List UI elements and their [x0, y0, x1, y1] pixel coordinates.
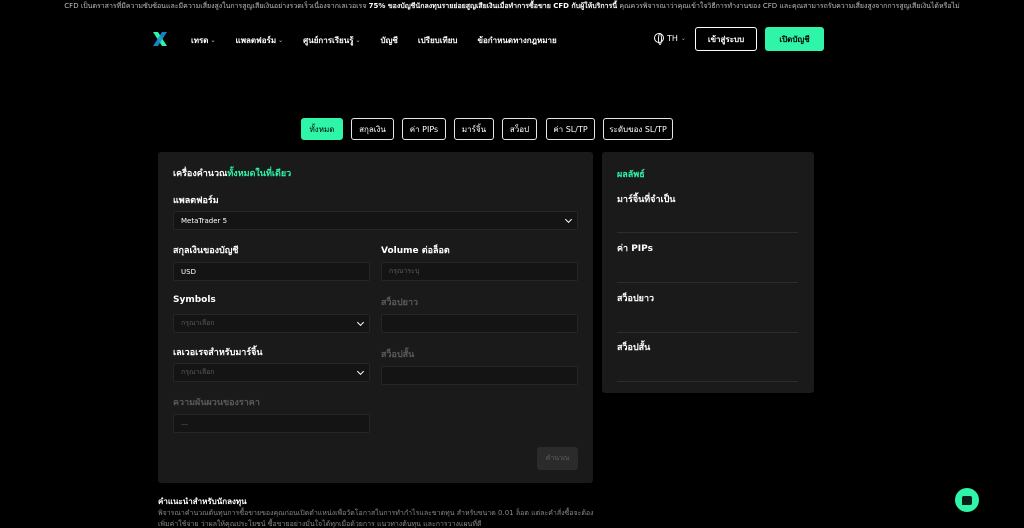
- tab-sl-tp-value[interactable]: ค่า SL/TP: [546, 118, 595, 140]
- price-change-label: ความผันผวนของราคา: [173, 398, 260, 408]
- risk-warning-banner: CFD เป็นตราสารที่มีความซับซ้อนและมีความเ…: [0, 0, 1024, 13]
- chevron-down-icon: [356, 367, 365, 376]
- risk-warning-bold: 75% ของบัญชีนักลงทุนรายย่อยสูญเสียเงินเม…: [368, 2, 618, 10]
- nav-item-compare[interactable]: เปรียบเทียบ: [418, 33, 458, 47]
- swap-long-result-label: สว็อปยาว: [617, 294, 655, 304]
- brand-logo[interactable]: [152, 31, 168, 47]
- chevron-down-icon: ⌄: [680, 34, 686, 42]
- globe-icon: [654, 33, 664, 45]
- open-account-button[interactable]: เปิดบัญชี: [765, 27, 824, 51]
- account-currency-label: สกุลเงินของบัญชี: [173, 246, 239, 256]
- platform-value: MetaTrader 5: [181, 216, 228, 225]
- tab-currency[interactable]: สกุลเงิน: [351, 118, 394, 140]
- tab-pips[interactable]: ค่า PIPs: [402, 118, 446, 140]
- divider: [617, 381, 798, 382]
- results-panel: ผลลัพธ์ มาร์จิ้นที่จำเป็น ค่า PIPs สว็อป…: [602, 152, 814, 393]
- tab-margin[interactable]: มาร์จิ้น: [454, 118, 494, 140]
- calculator-title: เครื่องคำนวณทั้งหมดในที่เดียว: [173, 166, 291, 180]
- chevron-down-icon: [564, 215, 573, 224]
- leverage-placeholder: กรุณาเลือก: [181, 368, 215, 376]
- nav-label: เทรด: [191, 35, 209, 45]
- risk-warning-text-2: คุณควรพิจารณาว่าคุณเข้าใจวิธีการทำงานของ…: [619, 2, 960, 10]
- swap-short-result-label: สว็อปสั้น: [617, 343, 651, 353]
- nav-item-learning-center[interactable]: ศูนย์การเรียนรู้ ⌄: [303, 33, 360, 47]
- tab-all[interactable]: ทั้งหมด: [301, 118, 343, 140]
- symbols-placeholder: กรุณาเลือก: [181, 319, 215, 327]
- chevron-down-icon: [356, 318, 365, 327]
- nav-label: ข้อกำหนดทางกฎหมาย: [477, 35, 557, 45]
- main-nav: เทรด ⌄ แพลตฟอร์ม ⌄ ศูนย์การเรียนรู้ ⌄ บั…: [191, 33, 577, 47]
- volume-label: Volume ต่อล็อต: [381, 246, 450, 256]
- nav-label: เปรียบเทียบ: [417, 35, 458, 45]
- swap-short-label: สว็อปสั้น: [381, 350, 415, 360]
- account-currency-field[interactable]: USD: [173, 262, 370, 281]
- chevron-down-icon: ⌄: [210, 36, 216, 44]
- login-button[interactable]: เข้าสู่ระบบ: [695, 27, 757, 51]
- divider: [617, 282, 798, 283]
- pips-value-label: ค่า PIPs: [617, 244, 653, 254]
- live-chat-button[interactable]: [955, 488, 979, 512]
- swap-short-input[interactable]: [381, 366, 578, 385]
- language-code: TH: [667, 33, 678, 43]
- advice-text: พิจารณาคำนวณต้นทุนการซื้อขายของคุณก่อนเป…: [158, 509, 594, 528]
- chat-icon: [962, 495, 972, 505]
- nav-label: บัญชี: [380, 35, 398, 45]
- nav-label: แพลตฟอร์ม: [235, 35, 277, 45]
- divider: [617, 232, 798, 233]
- language-selector[interactable]: TH ⌄: [654, 33, 686, 45]
- results-title: ผลลัพธ์: [617, 170, 645, 180]
- calculator-tabs: ทั้งหมด สกุลเงิน ค่า PIPs มาร์จิ้น สว็อป…: [0, 118, 1024, 140]
- leverage-select[interactable]: กรุณาเลือก: [173, 363, 370, 382]
- price-change-input[interactable]: —: [173, 414, 370, 433]
- leverage-label: เลเวอเรจสำหรับมาร์จิ้น: [173, 348, 263, 358]
- symbols-label: Symbols: [173, 295, 216, 305]
- swap-long-input[interactable]: [381, 314, 578, 333]
- platform-select[interactable]: MetaTrader 5: [173, 211, 578, 230]
- tab-sl-tp-level[interactable]: ระดับของ SL/TP: [603, 118, 673, 140]
- advice-title: คำแนะนำสำหรับนักลงทุน: [158, 497, 247, 506]
- platform-label: แพลตฟอร์ม: [173, 196, 219, 206]
- title-prefix: เครื่องคำนวณ: [173, 169, 228, 179]
- swap-long-label: สว็อปยาว: [381, 298, 419, 308]
- symbols-select[interactable]: กรุณาเลือก: [173, 314, 370, 333]
- calculate-button[interactable]: คำนวณ: [537, 447, 578, 470]
- nav-item-legal[interactable]: ข้อกำหนดทางกฎหมาย: [478, 33, 557, 47]
- nav-item-platform[interactable]: แพลตฟอร์ม ⌄: [236, 33, 284, 47]
- nav-label: ศูนย์การเรียนรู้: [303, 35, 354, 45]
- chevron-down-icon: ⌄: [278, 36, 284, 44]
- divider: [617, 332, 798, 333]
- tab-swap[interactable]: สว็อป: [502, 118, 537, 140]
- volume-input[interactable]: กรุณาระบุ: [381, 262, 578, 281]
- required-margin-label: มาร์จิ้นที่จำเป็น: [617, 195, 676, 205]
- title-highlight: ทั้งหมดในที่เดียว: [227, 169, 292, 179]
- calculator-panel: เครื่องคำนวณทั้งหมดในที่เดียว แพลตฟอร์ม …: [158, 152, 593, 483]
- nav-item-trade[interactable]: เทรด ⌄: [191, 33, 216, 47]
- nav-item-accounts[interactable]: บัญชี: [381, 33, 398, 47]
- risk-warning-text: CFD เป็นตราสารที่มีความซับซ้อนและมีความเ…: [64, 2, 367, 10]
- chevron-down-icon: ⌄: [355, 36, 361, 44]
